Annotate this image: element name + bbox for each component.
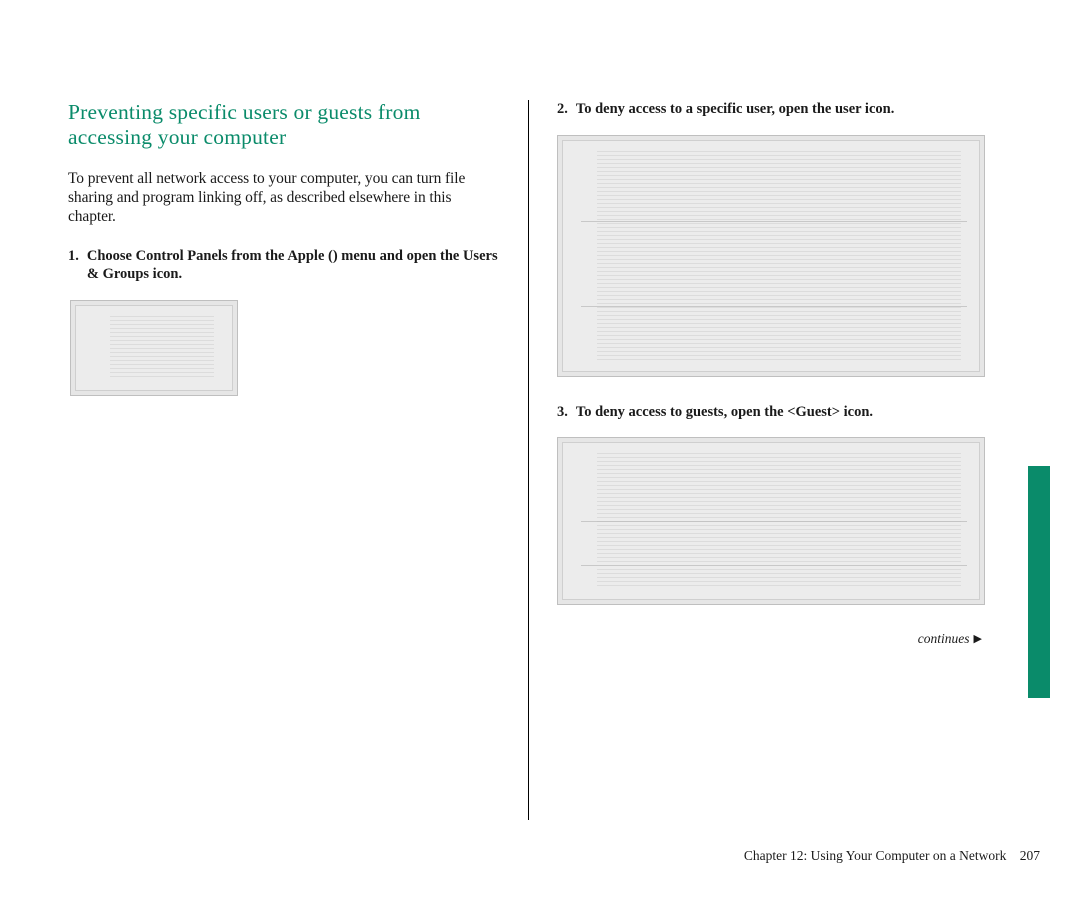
step-number: 1. [68, 247, 79, 284]
screenshot-user-icon [557, 135, 985, 377]
thumb-tab [1028, 466, 1050, 698]
page-number: 207 [1020, 848, 1040, 863]
step-text-part-a: Choose Control Panels from the Apple ( [87, 248, 333, 264]
step-2: 2. To deny access to a specific user, op… [557, 100, 988, 119]
screenshot-users-groups [70, 300, 238, 396]
left-column: Preventing specific users or guests from… [68, 100, 528, 820]
continues-label: continues [918, 631, 970, 646]
step-text: To deny access to guests, open the <Gues… [576, 403, 988, 422]
step-number: 3. [557, 403, 568, 422]
continues-arrow-icon: ▶ [974, 633, 982, 645]
screenshot-placeholder [75, 305, 233, 391]
document-page: Preventing specific users or guests from… [0, 0, 1080, 900]
continues-indicator: continues ▶ [557, 631, 988, 647]
step-text: Choose Control Panels from the Apple () … [87, 247, 500, 284]
right-column: 2. To deny access to a specific user, op… [528, 100, 988, 820]
intro-paragraph: To prevent all network access to your co… [68, 169, 500, 227]
step-1: 1. Choose Control Panels from the Apple … [68, 247, 500, 284]
two-column-layout: Preventing specific users or guests from… [68, 100, 1040, 820]
screenshot-placeholder [562, 442, 980, 600]
section-heading: Preventing specific users or guests from… [68, 100, 500, 151]
page-footer: Chapter 12: Using Your Computer on a Net… [0, 848, 1040, 864]
screenshot-guest-icon [557, 437, 985, 605]
step-number: 2. [557, 100, 568, 119]
step-3: 3. To deny access to guests, open the <G… [557, 403, 988, 422]
screenshot-placeholder [562, 140, 980, 372]
step-text: To deny access to a specific user, open … [576, 100, 988, 119]
chapter-title: Chapter 12: Using Your Computer on a Net… [744, 848, 1006, 863]
